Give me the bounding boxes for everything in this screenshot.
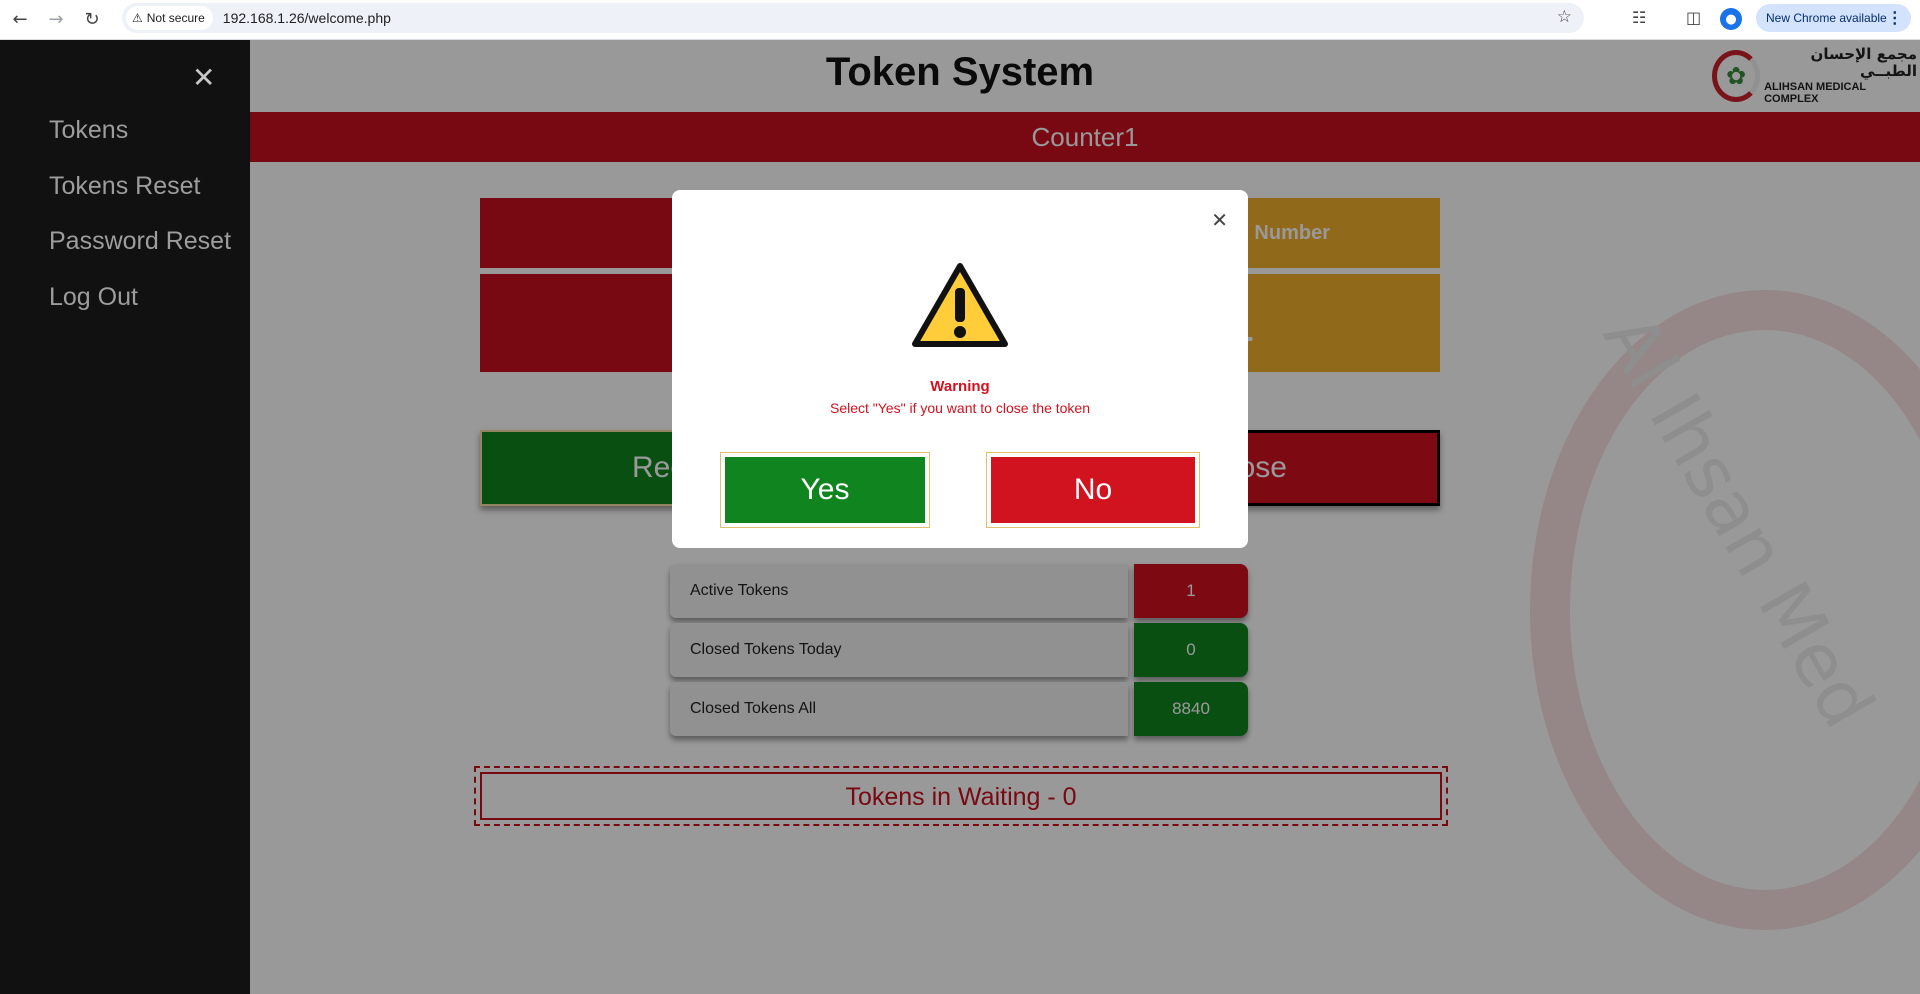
- sidebar-item-log-out[interactable]: Log Out: [49, 283, 138, 312]
- dialog-message: Select "Yes" if you want to close the to…: [829, 400, 1091, 416]
- security-chip[interactable]: ⚠ Not secure: [126, 6, 213, 30]
- more-menu-icon[interactable]: ⋮: [1887, 8, 1903, 28]
- forward-icon[interactable]: →: [40, 4, 72, 36]
- dialog-title: Warning: [930, 378, 990, 395]
- side-panel-icon[interactable]: ◫: [1686, 8, 1706, 28]
- sidebar-item-tokens[interactable]: Tokens: [49, 116, 128, 145]
- security-label: Not secure: [146, 11, 205, 25]
- chrome-update-button[interactable]: New Chrome available ⋮: [1756, 4, 1911, 32]
- bookmark-star-icon[interactable]: ☆: [1557, 7, 1572, 27]
- yes-button[interactable]: Yes: [720, 452, 930, 528]
- warning-small-icon: ⚠: [132, 11, 143, 25]
- reload-icon[interactable]: ↻: [76, 4, 108, 36]
- url-text[interactable]: 192.168.1.26/welcome.php: [223, 10, 391, 26]
- no-button-label: No: [991, 457, 1195, 523]
- extensions-icon[interactable]: ☷: [1632, 8, 1652, 28]
- warning-icon: [912, 263, 1008, 347]
- browser-toolbar: ← → ↻ ⚠ Not secure 192.168.1.26/welcome.…: [0, 0, 1920, 40]
- confirm-dialog: ✕ Warning Select "Yes" if you want to cl…: [672, 190, 1248, 548]
- no-button[interactable]: No: [986, 452, 1200, 528]
- back-icon[interactable]: ←: [4, 4, 36, 36]
- chrome-update-label: New Chrome available: [1766, 11, 1887, 25]
- yes-button-label: Yes: [725, 457, 925, 523]
- sidebar-close-icon[interactable]: ✕: [192, 64, 215, 92]
- sidebar: ✕ Tokens Tokens Reset Password Reset Log…: [0, 40, 250, 994]
- sidebar-item-tokens-reset[interactable]: Tokens Reset: [49, 172, 200, 201]
- dialog-close-icon[interactable]: ✕: [1211, 210, 1228, 230]
- profile-avatar-icon[interactable]: ●: [1720, 8, 1742, 30]
- address-bar[interactable]: ⚠ Not secure 192.168.1.26/welcome.php ☆: [122, 3, 1584, 33]
- sidebar-item-password-reset[interactable]: Password Reset: [49, 227, 231, 256]
